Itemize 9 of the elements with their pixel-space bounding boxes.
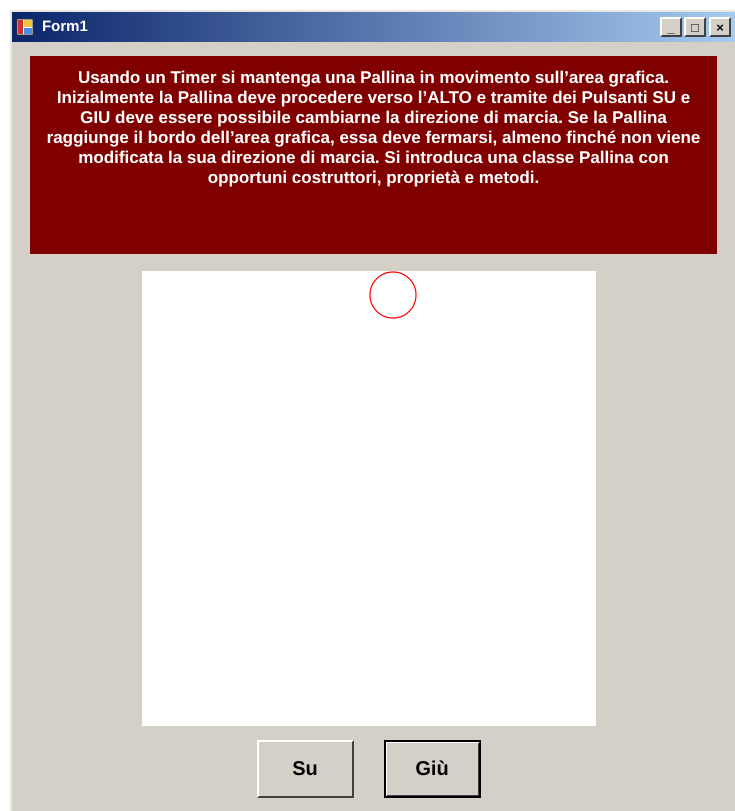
title-bar-button[interactable]: _	[660, 17, 682, 37]
title-bar-button[interactable]: □	[684, 17, 706, 37]
direction-button[interactable]: Giù	[384, 740, 480, 798]
direction-button[interactable]: Su	[256, 740, 354, 798]
app-icon	[16, 18, 34, 36]
window-title: Form1	[42, 16, 88, 37]
title-bar-button[interactable]: ×	[709, 17, 731, 37]
ball	[368, 271, 418, 321]
instructions-text: Usando un Timer si mantenga una Pallina in movimento sull’area grafica. Inizialmente la Pallina deve procedere verso l’ALTO e tramite dei Pulsanti SU e GIU deve essere possibile cambiarne la direzione di marcia. Se la Pallina raggiunge il bordo dell’area grafica, essa deve fermarsi, almeno finché non viene modificata la sua direzione di marcia. Si introduca una classe Pallina con opportuni costruttori, proprietà e metodi.	[30, 56, 717, 254]
